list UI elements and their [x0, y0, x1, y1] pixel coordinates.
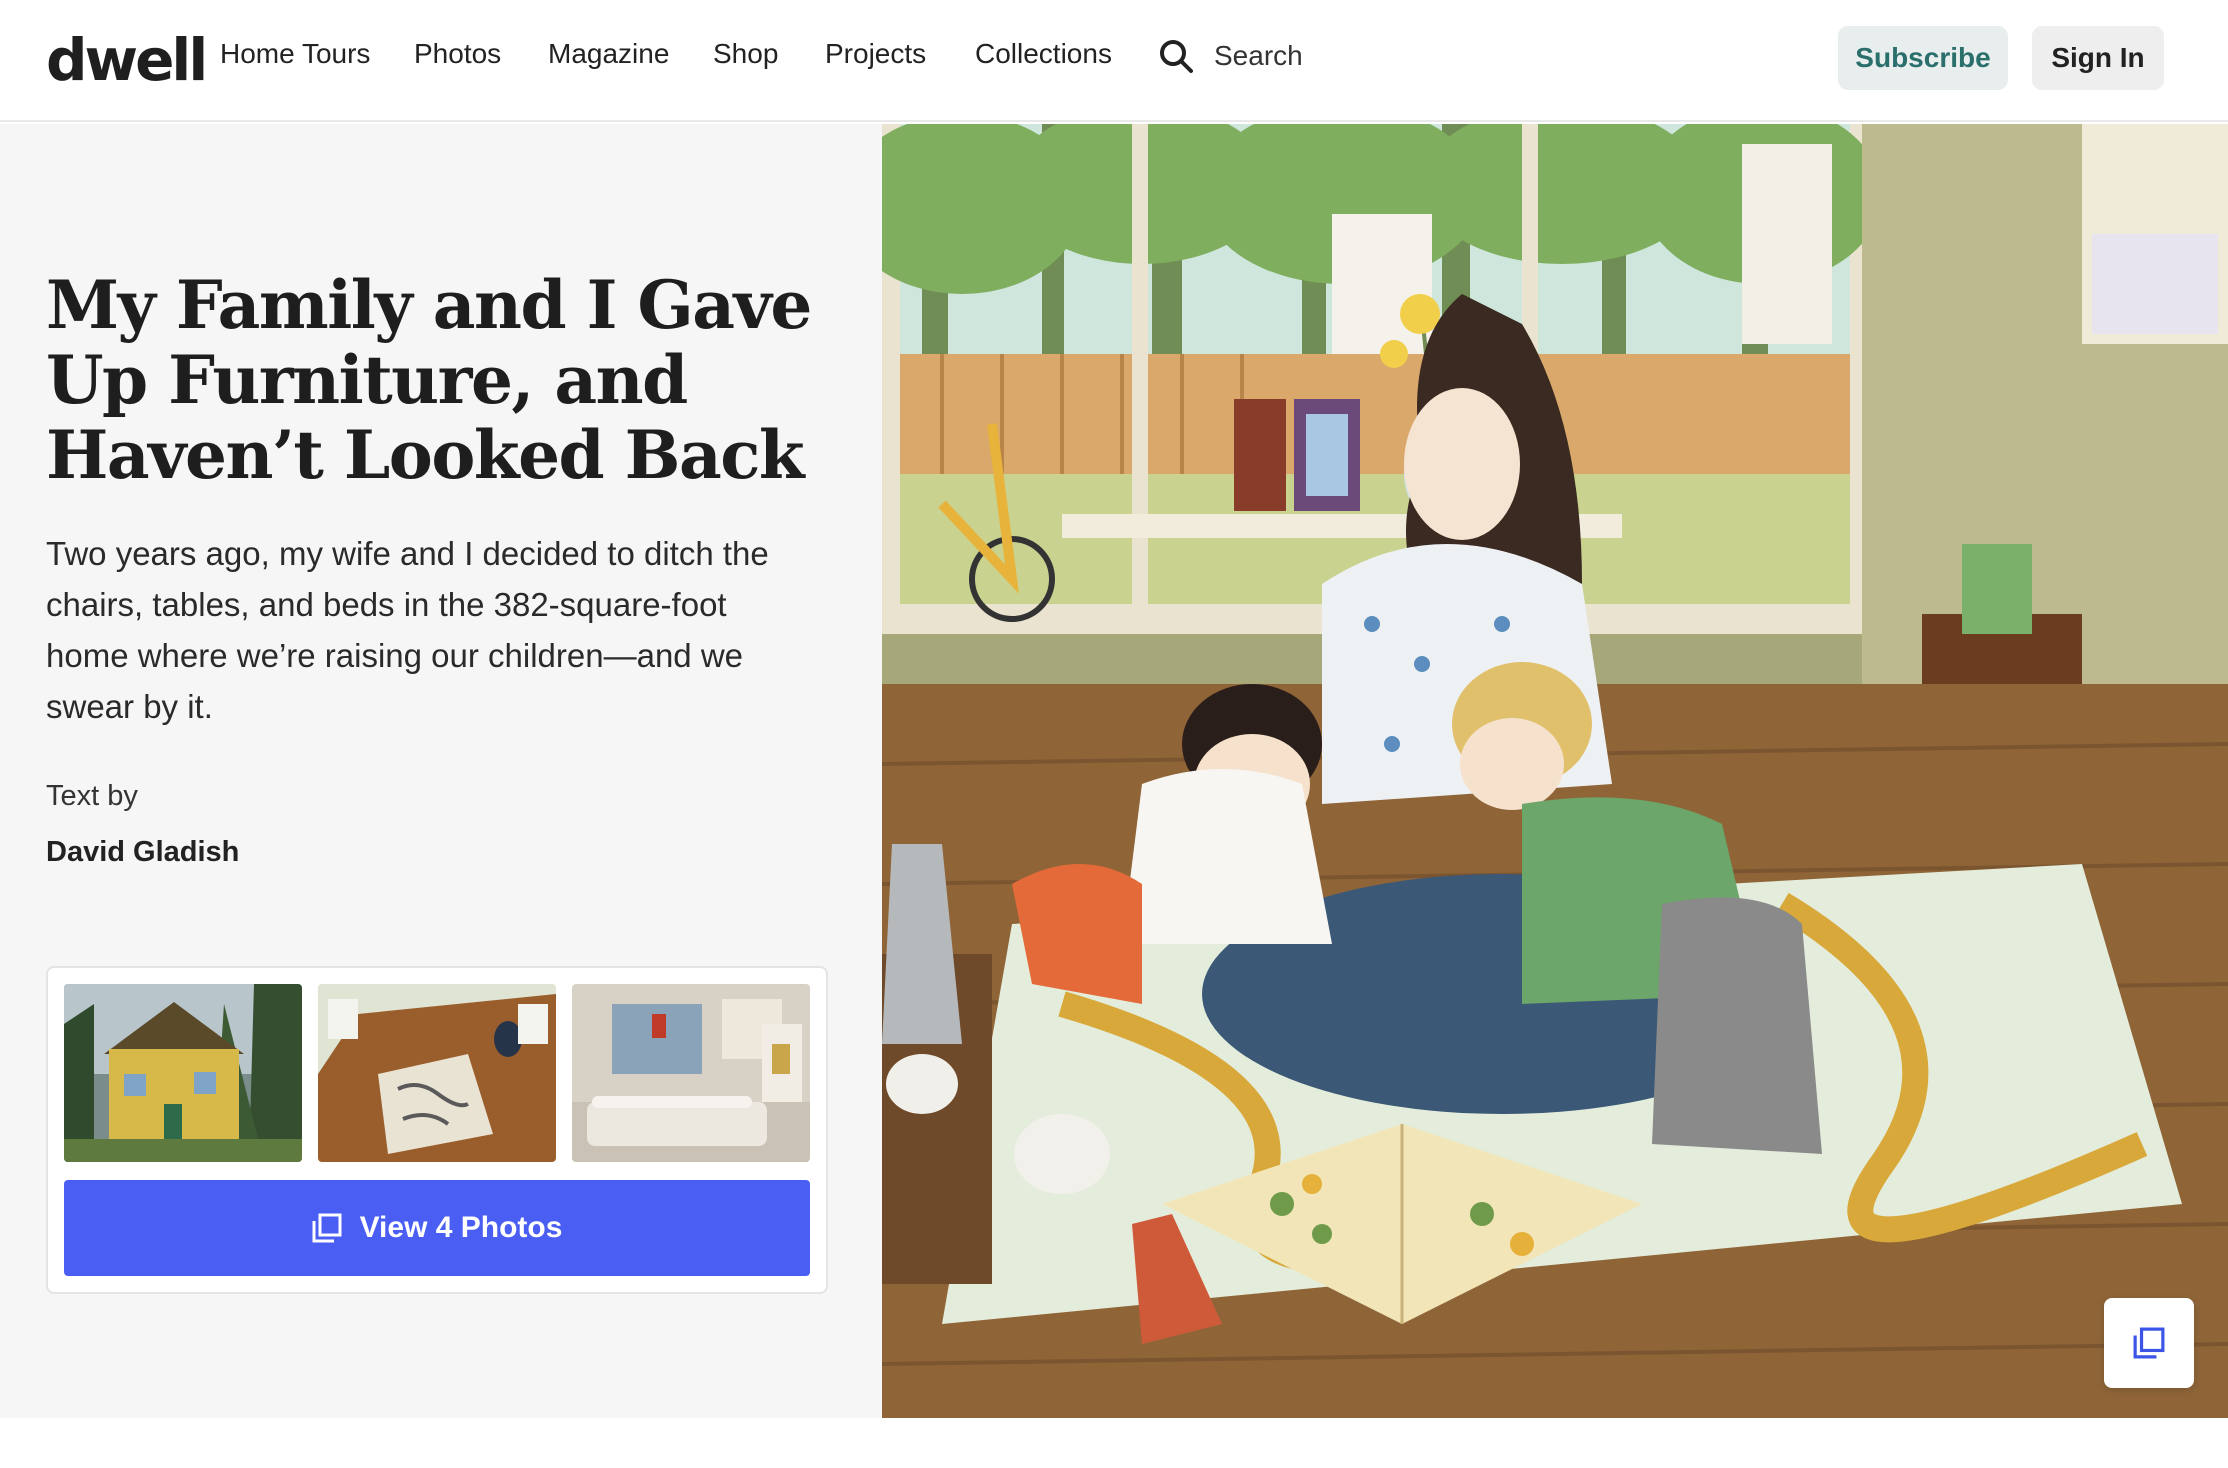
view-photos-label: View 4 Photos — [359, 1211, 563, 1244]
byline-label: Text by — [46, 780, 138, 812]
nav-photos[interactable]: Photos — [414, 38, 501, 70]
gallery-icon — [2133, 1327, 2165, 1359]
gallery-thumbnail-2[interactable] — [318, 984, 556, 1162]
photo-gallery-card: View 4 Photos — [46, 966, 828, 1294]
gallery-thumbnail-1[interactable] — [64, 984, 302, 1162]
hero-illustration[interactable] — [882, 124, 2228, 1418]
article-dek: Two years ago, my wife and I decided to … — [46, 535, 769, 725]
nav-shop[interactable]: Shop — [713, 38, 778, 70]
open-gallery-button[interactable] — [2104, 1298, 2194, 1388]
search-icon[interactable] — [1158, 38, 1194, 74]
author-name[interactable]: David Gladish — [46, 836, 239, 869]
subscribe-button[interactable]: Subscribe — [1838, 26, 2008, 90]
gallery-icon — [312, 1213, 342, 1243]
article-header-panel: My Family and I Gave Up Furniture, and H… — [0, 124, 882, 1418]
page-bottom-strip — [0, 1418, 2228, 1468]
search-input[interactable]: Search — [1214, 40, 1303, 72]
nav-projects[interactable]: Projects — [825, 38, 926, 70]
family-reading-illustration — [882, 124, 2228, 1418]
sign-in-button[interactable]: Sign In — [2032, 26, 2164, 90]
gallery-thumbnail-3[interactable] — [572, 984, 810, 1162]
nav-collections[interactable]: Collections — [975, 38, 1112, 70]
nav-magazine[interactable]: Magazine — [548, 38, 669, 70]
top-navigation: dwell Home Tours Photos Magazine Shop Pr… — [0, 0, 2228, 122]
view-photos-button[interactable]: View 4 Photos — [64, 1180, 810, 1276]
article-title: My Family and I Gave Up Furniture, and H… — [46, 266, 812, 494]
dwell-logo[interactable]: dwell — [46, 26, 208, 94]
nav-home-tours[interactable]: Home Tours — [220, 38, 370, 70]
